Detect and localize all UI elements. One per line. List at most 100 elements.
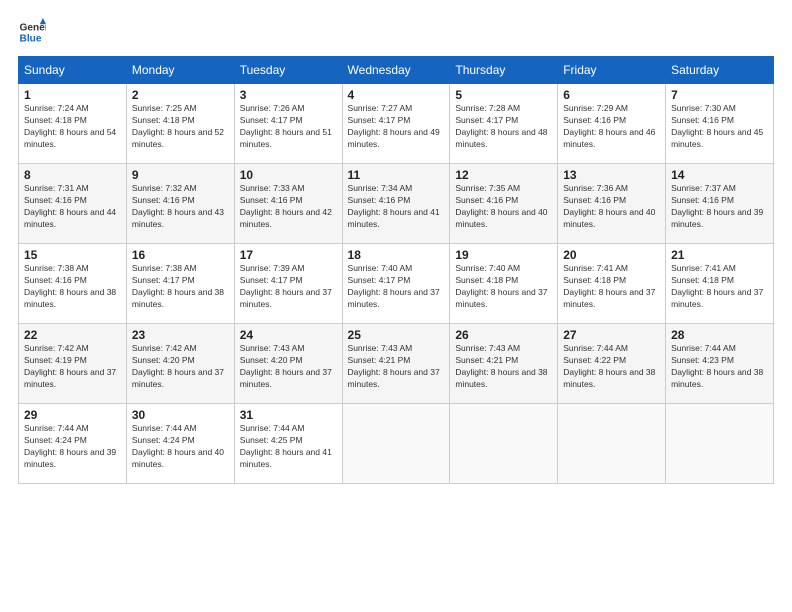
day-number: 19	[455, 248, 552, 262]
day-number: 9	[132, 168, 229, 182]
calendar-cell: 7 Sunrise: 7:30 AM Sunset: 4:16 PM Dayli…	[666, 84, 774, 164]
day-info: Sunrise: 7:24 AM Sunset: 4:18 PM Dayligh…	[24, 103, 121, 151]
calendar-cell: 23 Sunrise: 7:42 AM Sunset: 4:20 PM Dayl…	[126, 324, 234, 404]
day-number: 2	[132, 88, 229, 102]
day-info: Sunrise: 7:31 AM Sunset: 4:16 PM Dayligh…	[24, 183, 121, 231]
day-info: Sunrise: 7:39 AM Sunset: 4:17 PM Dayligh…	[240, 263, 337, 311]
calendar-cell: 5 Sunrise: 7:28 AM Sunset: 4:17 PM Dayli…	[450, 84, 558, 164]
day-info: Sunrise: 7:44 AM Sunset: 4:24 PM Dayligh…	[132, 423, 229, 471]
calendar-cell	[342, 404, 450, 484]
calendar-cell: 21 Sunrise: 7:41 AM Sunset: 4:18 PM Dayl…	[666, 244, 774, 324]
weekday-header-sunday: Sunday	[19, 57, 127, 84]
day-number: 26	[455, 328, 552, 342]
calendar-cell: 10 Sunrise: 7:33 AM Sunset: 4:16 PM Dayl…	[234, 164, 342, 244]
day-info: Sunrise: 7:44 AM Sunset: 4:23 PM Dayligh…	[671, 343, 768, 391]
calendar-cell: 2 Sunrise: 7:25 AM Sunset: 4:18 PM Dayli…	[126, 84, 234, 164]
day-info: Sunrise: 7:44 AM Sunset: 4:22 PM Dayligh…	[563, 343, 660, 391]
day-number: 10	[240, 168, 337, 182]
day-number: 28	[671, 328, 768, 342]
calendar-cell: 18 Sunrise: 7:40 AM Sunset: 4:17 PM Dayl…	[342, 244, 450, 324]
logo: General Blue	[18, 18, 46, 46]
day-info: Sunrise: 7:42 AM Sunset: 4:19 PM Dayligh…	[24, 343, 121, 391]
calendar-cell: 1 Sunrise: 7:24 AM Sunset: 4:18 PM Dayli…	[19, 84, 127, 164]
calendar-cell	[450, 404, 558, 484]
day-info: Sunrise: 7:36 AM Sunset: 4:16 PM Dayligh…	[563, 183, 660, 231]
calendar-cell: 27 Sunrise: 7:44 AM Sunset: 4:22 PM Dayl…	[558, 324, 666, 404]
day-info: Sunrise: 7:26 AM Sunset: 4:17 PM Dayligh…	[240, 103, 337, 151]
calendar-cell: 29 Sunrise: 7:44 AM Sunset: 4:24 PM Dayl…	[19, 404, 127, 484]
day-info: Sunrise: 7:34 AM Sunset: 4:16 PM Dayligh…	[348, 183, 445, 231]
calendar-cell	[666, 404, 774, 484]
day-number: 6	[563, 88, 660, 102]
day-info: Sunrise: 7:41 AM Sunset: 4:18 PM Dayligh…	[671, 263, 768, 311]
day-number: 5	[455, 88, 552, 102]
calendar-cell: 30 Sunrise: 7:44 AM Sunset: 4:24 PM Dayl…	[126, 404, 234, 484]
day-number: 23	[132, 328, 229, 342]
day-number: 16	[132, 248, 229, 262]
page-header: General Blue	[18, 18, 774, 46]
svg-text:Blue: Blue	[20, 33, 42, 44]
calendar-cell: 8 Sunrise: 7:31 AM Sunset: 4:16 PM Dayli…	[19, 164, 127, 244]
day-number: 4	[348, 88, 445, 102]
day-info: Sunrise: 7:38 AM Sunset: 4:17 PM Dayligh…	[132, 263, 229, 311]
weekday-header-wednesday: Wednesday	[342, 57, 450, 84]
calendar-cell: 25 Sunrise: 7:43 AM Sunset: 4:21 PM Dayl…	[342, 324, 450, 404]
day-info: Sunrise: 7:38 AM Sunset: 4:16 PM Dayligh…	[24, 263, 121, 311]
calendar-cell: 19 Sunrise: 7:40 AM Sunset: 4:18 PM Dayl…	[450, 244, 558, 324]
weekday-header-thursday: Thursday	[450, 57, 558, 84]
day-info: Sunrise: 7:43 AM Sunset: 4:21 PM Dayligh…	[348, 343, 445, 391]
day-number: 18	[348, 248, 445, 262]
day-number: 13	[563, 168, 660, 182]
day-info: Sunrise: 7:41 AM Sunset: 4:18 PM Dayligh…	[563, 263, 660, 311]
day-number: 20	[563, 248, 660, 262]
calendar-cell: 22 Sunrise: 7:42 AM Sunset: 4:19 PM Dayl…	[19, 324, 127, 404]
day-info: Sunrise: 7:43 AM Sunset: 4:21 PM Dayligh…	[455, 343, 552, 391]
day-number: 22	[24, 328, 121, 342]
day-number: 14	[671, 168, 768, 182]
day-number: 12	[455, 168, 552, 182]
calendar-cell: 13 Sunrise: 7:36 AM Sunset: 4:16 PM Dayl…	[558, 164, 666, 244]
day-info: Sunrise: 7:42 AM Sunset: 4:20 PM Dayligh…	[132, 343, 229, 391]
day-number: 30	[132, 408, 229, 422]
calendar-cell	[558, 404, 666, 484]
day-number: 24	[240, 328, 337, 342]
day-info: Sunrise: 7:29 AM Sunset: 4:16 PM Dayligh…	[563, 103, 660, 151]
calendar-cell: 31 Sunrise: 7:44 AM Sunset: 4:25 PM Dayl…	[234, 404, 342, 484]
logo-icon: General Blue	[18, 18, 46, 46]
day-number: 7	[671, 88, 768, 102]
day-info: Sunrise: 7:44 AM Sunset: 4:25 PM Dayligh…	[240, 423, 337, 471]
calendar-cell: 24 Sunrise: 7:43 AM Sunset: 4:20 PM Dayl…	[234, 324, 342, 404]
day-info: Sunrise: 7:27 AM Sunset: 4:17 PM Dayligh…	[348, 103, 445, 151]
day-info: Sunrise: 7:35 AM Sunset: 4:16 PM Dayligh…	[455, 183, 552, 231]
calendar-cell: 15 Sunrise: 7:38 AM Sunset: 4:16 PM Dayl…	[19, 244, 127, 324]
day-number: 21	[671, 248, 768, 262]
day-info: Sunrise: 7:32 AM Sunset: 4:16 PM Dayligh…	[132, 183, 229, 231]
calendar-cell: 6 Sunrise: 7:29 AM Sunset: 4:16 PM Dayli…	[558, 84, 666, 164]
calendar-cell: 14 Sunrise: 7:37 AM Sunset: 4:16 PM Dayl…	[666, 164, 774, 244]
calendar-cell: 20 Sunrise: 7:41 AM Sunset: 4:18 PM Dayl…	[558, 244, 666, 324]
weekday-header-saturday: Saturday	[666, 57, 774, 84]
day-number: 17	[240, 248, 337, 262]
calendar-cell: 17 Sunrise: 7:39 AM Sunset: 4:17 PM Dayl…	[234, 244, 342, 324]
calendar-cell: 26 Sunrise: 7:43 AM Sunset: 4:21 PM Dayl…	[450, 324, 558, 404]
day-info: Sunrise: 7:30 AM Sunset: 4:16 PM Dayligh…	[671, 103, 768, 151]
day-info: Sunrise: 7:28 AM Sunset: 4:17 PM Dayligh…	[455, 103, 552, 151]
day-number: 15	[24, 248, 121, 262]
day-info: Sunrise: 7:25 AM Sunset: 4:18 PM Dayligh…	[132, 103, 229, 151]
calendar-cell: 3 Sunrise: 7:26 AM Sunset: 4:17 PM Dayli…	[234, 84, 342, 164]
day-number: 29	[24, 408, 121, 422]
day-number: 3	[240, 88, 337, 102]
calendar-cell: 28 Sunrise: 7:44 AM Sunset: 4:23 PM Dayl…	[666, 324, 774, 404]
day-number: 1	[24, 88, 121, 102]
calendar-cell: 11 Sunrise: 7:34 AM Sunset: 4:16 PM Dayl…	[342, 164, 450, 244]
day-info: Sunrise: 7:33 AM Sunset: 4:16 PM Dayligh…	[240, 183, 337, 231]
day-info: Sunrise: 7:44 AM Sunset: 4:24 PM Dayligh…	[24, 423, 121, 471]
calendar-cell: 9 Sunrise: 7:32 AM Sunset: 4:16 PM Dayli…	[126, 164, 234, 244]
day-info: Sunrise: 7:40 AM Sunset: 4:17 PM Dayligh…	[348, 263, 445, 311]
calendar-cell: 4 Sunrise: 7:27 AM Sunset: 4:17 PM Dayli…	[342, 84, 450, 164]
day-info: Sunrise: 7:40 AM Sunset: 4:18 PM Dayligh…	[455, 263, 552, 311]
weekday-header-friday: Friday	[558, 57, 666, 84]
day-info: Sunrise: 7:37 AM Sunset: 4:16 PM Dayligh…	[671, 183, 768, 231]
weekday-header-monday: Monday	[126, 57, 234, 84]
day-number: 25	[348, 328, 445, 342]
